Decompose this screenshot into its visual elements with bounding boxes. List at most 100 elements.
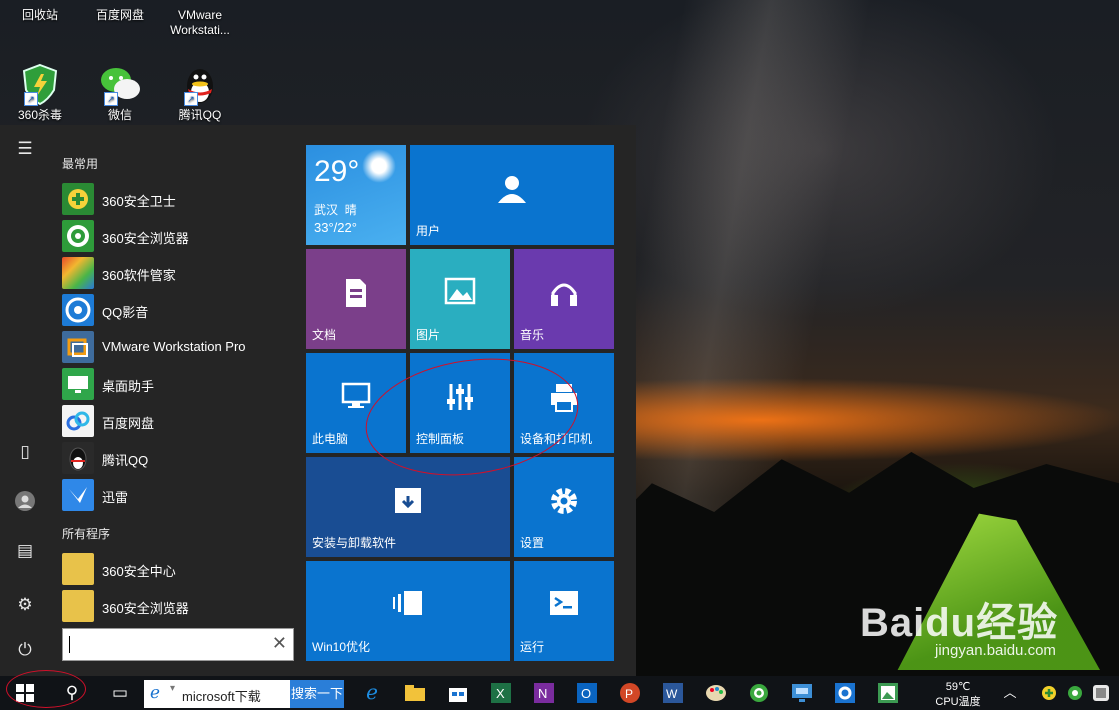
start-search-input[interactable]: ✕ (62, 628, 294, 661)
dropdown-icon: ▾ (170, 683, 176, 694)
desktop-icon-label: 腾讯QQ (178, 108, 222, 122)
app-item-xunlei[interactable]: 迅雷 (62, 478, 298, 512)
settings-gear-icon[interactable] (825, 676, 865, 710)
picture-icon (410, 277, 510, 313)
tile-documents[interactable]: 文档 (306, 249, 406, 349)
word-icon[interactable]: W (653, 676, 693, 710)
wechat-icon: ↗ (98, 62, 142, 106)
file-explorer-icon[interactable]: ▤ (13, 539, 37, 563)
taskbar: ⚲ ▭ ℯ ▾ microsoft下载 搜索一下 ℯ X N O P W 59℃… (0, 676, 1119, 710)
tile-label: 音乐 (520, 328, 545, 342)
hamburger-menu-icon[interactable]: ☰ (13, 137, 37, 161)
app-qq-icon (62, 442, 94, 474)
image-viewer-icon[interactable] (868, 676, 908, 710)
qq-penguin-icon: ↗ (178, 62, 222, 106)
app-item-vmware[interactable]: VMware Workstation Pro (62, 330, 298, 364)
app-item-qq-player[interactable]: QQ影音 (62, 293, 298, 327)
shortcut-arrow-icon: ↗ (104, 92, 118, 106)
sun-icon (362, 149, 396, 183)
app-folder-360-security-center[interactable]: 360安全中心 (62, 552, 298, 586)
svg-text:N: N (538, 686, 547, 701)
desktop-icon-wechat[interactable]: ↗ 微信 (84, 62, 156, 123)
app-item-baidu-netdisk[interactable]: 百度网盘 (62, 404, 298, 438)
folder-icon (62, 590, 94, 622)
edge-icon[interactable]: ℯ (352, 676, 392, 710)
excel-icon[interactable]: X (481, 676, 521, 710)
text-caret (69, 636, 70, 653)
taskbar-search-box[interactable]: ℯ ▾ microsoft下载 (144, 680, 290, 708)
app-xunlei-bird-icon (62, 479, 94, 511)
app-label: 360安全中心 (102, 564, 176, 579)
outlook-icon[interactable]: O (567, 676, 607, 710)
app-label: QQ影音 (102, 305, 149, 320)
cpu-temp-value: 59℃ (945, 681, 971, 693)
desktop-icon-vmware[interactable]: VMware Workstati... (164, 0, 236, 38)
app-label: 桌面助手 (102, 379, 155, 394)
tile-label: 设置 (520, 536, 545, 550)
app-360-softmgr-icon (62, 257, 94, 289)
weather-location: 武汉 晴 (314, 201, 357, 218)
tile-weather[interactable]: 29° 武汉 晴 33°/22° (306, 145, 406, 245)
tile-settings[interactable]: 设置 (514, 457, 614, 557)
baidu-watermark-url: jingyan.baidu.com (935, 642, 1056, 659)
onenote-icon[interactable]: N (524, 676, 564, 710)
app-baidu-netdisk-icon (62, 405, 94, 437)
task-view-icon[interactable]: ▭ (100, 676, 140, 710)
desktop-icon-recycle-bin[interactable]: 回收站 (4, 0, 76, 23)
svg-text:P: P (625, 687, 633, 701)
task-view-icon[interactable]: ▯ (13, 440, 37, 464)
tile-win10-optimize[interactable]: Win10优化 (306, 561, 510, 661)
tile-pictures[interactable]: 图片 (410, 249, 510, 349)
app-item-360-browser[interactable]: 360安全浏览器 (62, 219, 298, 253)
app-label: VMware Workstation Pro (102, 339, 246, 354)
gear-icon[interactable]: ⚙ (13, 593, 37, 617)
tile-label: 运行 (520, 640, 545, 654)
tile-label: 用户 (416, 224, 441, 238)
powerpoint-icon[interactable]: P (610, 676, 650, 710)
tray-app-icon[interactable] (1088, 676, 1114, 710)
app-item-qq[interactable]: 腾讯QQ (62, 441, 298, 475)
app-label: 迅雷 (102, 490, 129, 505)
desktop-icon-baidu-netdisk[interactable]: 百度网盘 (84, 0, 156, 23)
power-icon[interactable]: ⏻ (13, 638, 37, 662)
taskbar-search-button[interactable]: 搜索一下 (290, 680, 344, 708)
tile-label: 安装与卸载软件 (312, 536, 397, 550)
weather-range: 33°/22° (314, 220, 357, 235)
chevron-up-icon[interactable]: ︿ (990, 676, 1030, 710)
app-360-safe-icon (62, 183, 94, 215)
store-icon[interactable] (438, 676, 478, 710)
app-item-desktop-helper[interactable]: 桌面助手 (62, 367, 298, 401)
weather-city: 武汉 (314, 203, 339, 217)
remote-desktop-icon[interactable] (782, 676, 822, 710)
tile-label: 文档 (312, 328, 337, 342)
svg-text:O: O (581, 686, 591, 701)
360-browser-icon[interactable] (739, 676, 779, 710)
desktop-icon-label: 回收站 (21, 8, 58, 22)
folder-icon[interactable] (395, 676, 435, 710)
tile-run[interactable]: 运行 (514, 561, 614, 661)
weather-condition: 晴 (344, 203, 357, 217)
tile-label: 此电脑 (312, 432, 349, 446)
app-360-browser-icon (62, 220, 94, 252)
app-qq-player-icon (62, 294, 94, 326)
tile-label: Win10优化 (312, 640, 371, 654)
run-terminal-icon (514, 589, 614, 625)
tray-360-safe-icon[interactable] (1036, 676, 1062, 710)
tile-user[interactable]: 用户 (410, 145, 614, 245)
app-item-360-safe[interactable]: 360安全卫士 (62, 182, 298, 216)
paint-palette-icon[interactable] (696, 676, 736, 710)
tray-360-browser-icon[interactable] (1062, 676, 1088, 710)
clear-icon[interactable]: ✕ (272, 633, 287, 654)
tile-music[interactable]: 音乐 (514, 249, 614, 349)
app-vmware-icon (62, 331, 94, 363)
user-avatar-icon[interactable] (13, 490, 37, 514)
desktop-icon-qq[interactable]: ↗ 腾讯QQ (164, 62, 236, 123)
app-folder-360-browser[interactable]: 360安全浏览器 (62, 589, 298, 623)
weather-temp: 29° (314, 155, 360, 188)
desktop-icon-360-antivirus[interactable]: ↗ 360杀毒 (4, 62, 76, 123)
app-label: 百度网盘 (102, 416, 155, 431)
document-icon (306, 277, 406, 317)
taskbar-search-value: microsoft下载 (182, 689, 261, 704)
svg-text:W: W (666, 687, 678, 701)
app-item-360-software-manager[interactable]: 360软件管家 (62, 256, 298, 290)
